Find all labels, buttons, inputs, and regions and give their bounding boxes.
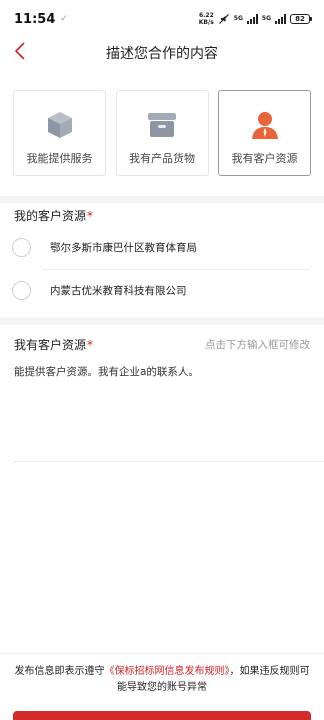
radio-button[interactable]	[12, 280, 31, 300]
net-speed-value: 6.22	[198, 12, 214, 19]
back-button[interactable]	[6, 40, 34, 66]
rules-link[interactable]: 《保标招标网信息发布规则》	[105, 666, 230, 677]
required-mark: *	[87, 338, 94, 352]
person-icon	[249, 110, 281, 140]
storage-box-icon	[146, 110, 178, 140]
net-speed-unit: KB/s	[198, 19, 214, 26]
page-title: 描述您合作的内容	[106, 46, 218, 62]
notice-prefix: 发布信息即表示遵守	[14, 666, 105, 677]
resources-label: 我的客户资源*	[14, 207, 93, 224]
net-speed: 6.22 KB/s	[199, 12, 214, 26]
description-label-text: 我有客户资源	[14, 338, 87, 352]
status-time: 11:54	[14, 11, 56, 27]
status-bar: 11:54 ✓ 6.22 KB/s 5G 5G 82	[0, 0, 324, 38]
box-icon	[44, 110, 76, 140]
nav-bar: 描述您合作的内容	[0, 38, 324, 68]
description-textarea[interactable]	[14, 364, 310, 454]
card-customer-resources[interactable]: 我有客户资源	[218, 90, 311, 176]
card-label: 我有产品货物	[129, 152, 195, 165]
footer-divider	[0, 653, 324, 654]
section-divider	[0, 196, 324, 203]
textarea-divider	[14, 461, 324, 462]
card-label: 我能提供服务	[26, 152, 93, 165]
radio-button[interactable]	[12, 237, 31, 257]
required-mark: *	[87, 209, 94, 223]
resource-option[interactable]: 内蒙古优米教育科技有限公司	[0, 268, 324, 312]
battery-icon: 82	[290, 14, 312, 24]
resource-option[interactable]: 鄂尔多斯市康巴什区教育体育局	[0, 225, 324, 269]
section-divider	[0, 318, 324, 325]
mute-icon	[218, 10, 230, 29]
sim2-label: 5G	[261, 15, 271, 22]
cooperation-type-cards: 我能提供服务 我有产品货物 我有客户资源	[13, 90, 311, 176]
signal-icon	[246, 14, 258, 24]
signal-icon	[275, 14, 286, 24]
description-label: 我有客户资源*	[14, 336, 93, 353]
resource-option-text: 鄂尔多斯市康巴什区教育体育局	[50, 241, 197, 254]
rules-notice: 发布信息即表示遵守《保标招标网信息发布规则》，如果违反规则可能导致您的账号异常	[10, 664, 314, 696]
resource-option-text: 内蒙古优米教育科技有限公司	[50, 284, 187, 297]
submit-button[interactable]	[13, 711, 311, 720]
card-product-goods[interactable]: 我有产品货物	[115, 90, 209, 176]
card-label: 我有客户资源	[231, 152, 298, 165]
resources-label-text: 我的客户资源	[14, 209, 87, 223]
edit-hint: 点击下方输入框可修改	[205, 339, 310, 351]
card-provide-service[interactable]: 我能提供服务	[13, 90, 106, 176]
wechat-notify-icon: ✓	[60, 14, 68, 24]
sim1-label: 5G	[233, 15, 243, 22]
status-icons: 6.22 KB/s 5G 5G 82	[199, 10, 312, 29]
battery-level: 82	[290, 14, 310, 24]
chevron-left-icon	[13, 41, 27, 65]
